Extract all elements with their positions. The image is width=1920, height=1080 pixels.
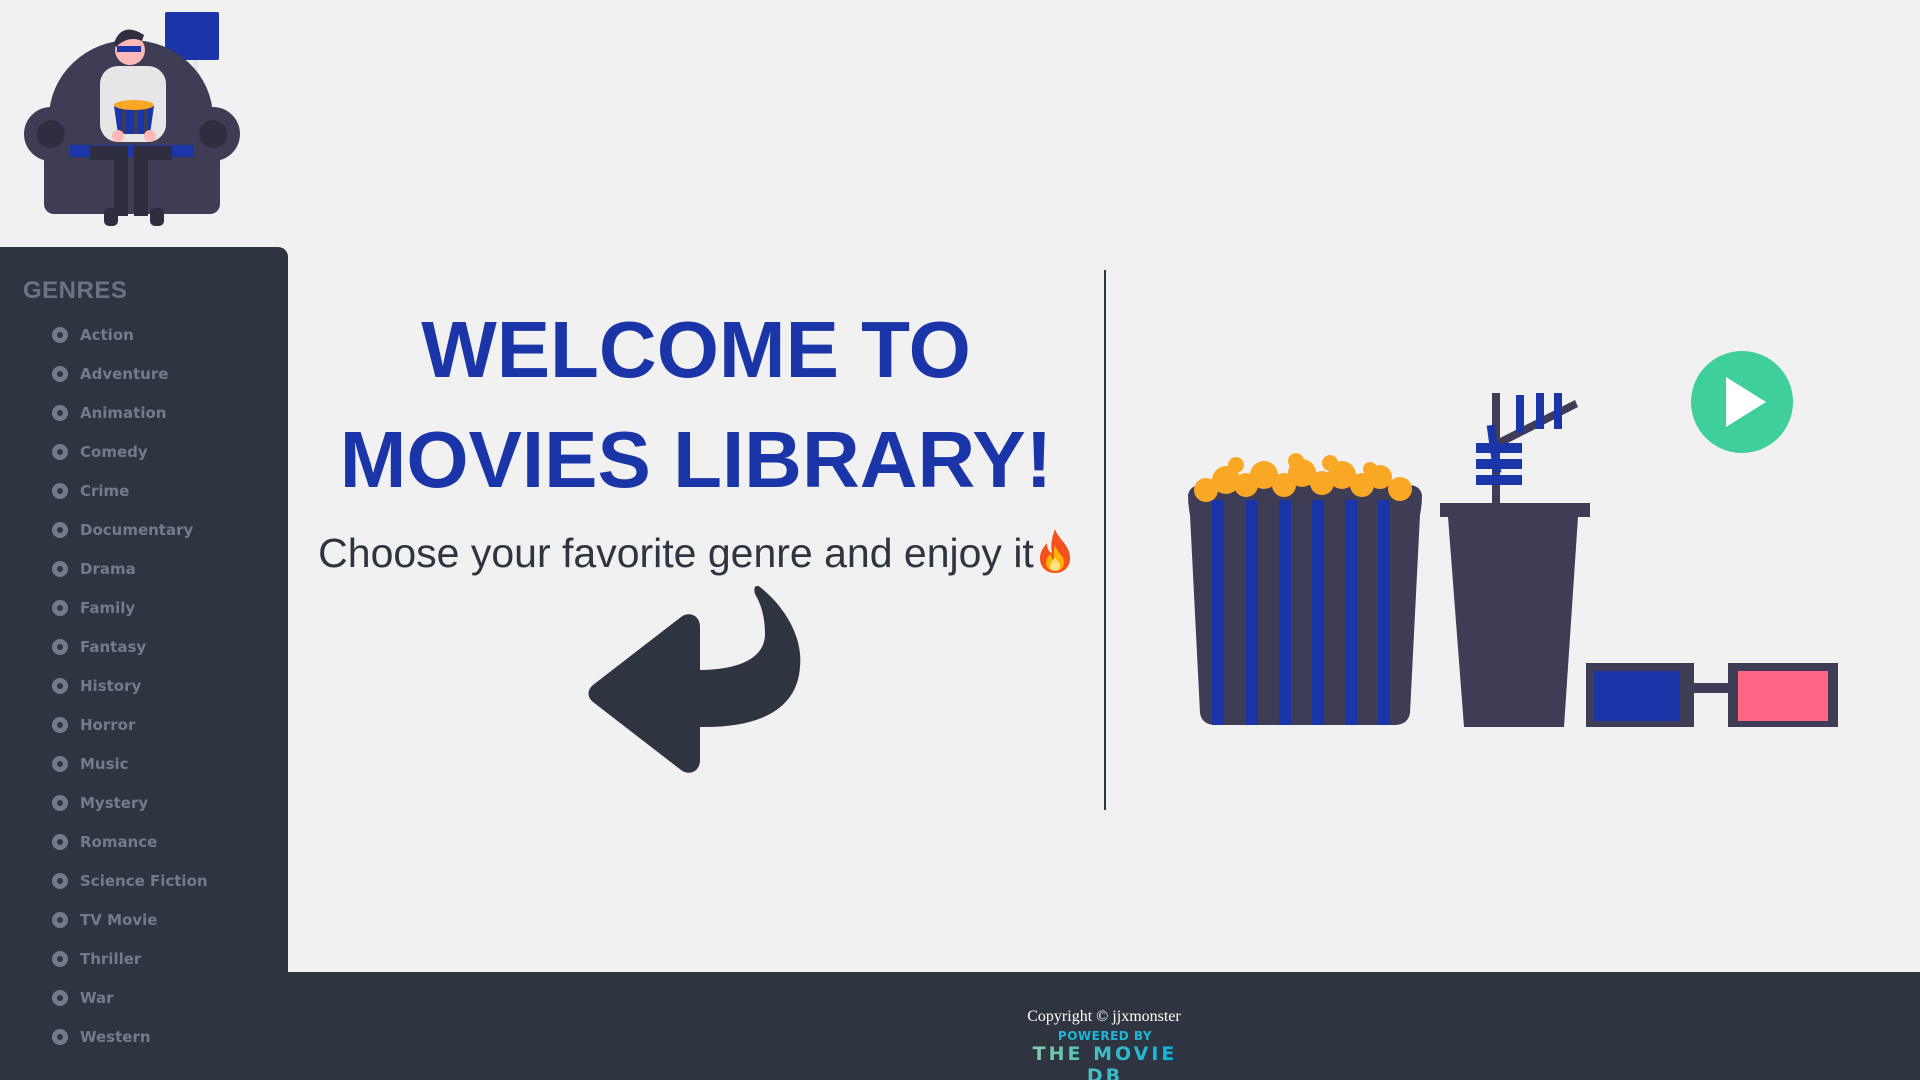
radio-icon[interactable]: [52, 950, 68, 967]
radio-icon[interactable]: [52, 1028, 68, 1045]
genre-label: Adventure: [80, 364, 169, 383]
genre-list: Action Adventure Animation Comedy Crime Docum…: [52, 315, 208, 1056]
genre-label: Comedy: [80, 442, 148, 461]
genre-item-fantasy[interactable]: Fantasy: [52, 627, 208, 666]
radio-icon[interactable]: [52, 521, 68, 538]
genre-item-crime[interactable]: Crime: [52, 471, 208, 510]
welcome-subtitle: Choose your favorite genre and enjoy it: [288, 527, 1104, 579]
radio-icon[interactable]: [52, 638, 68, 655]
genre-label: Romance: [80, 832, 158, 851]
genre-label: War: [80, 988, 114, 1007]
genre-label: Thriller: [80, 949, 142, 968]
genre-label: Animation: [80, 403, 167, 422]
fire-icon: [1039, 529, 1070, 573]
person-on-couch-illustration: [24, 12, 240, 226]
copyright-text: Copyright © jjxmonster: [1027, 1008, 1181, 1025]
genre-label: Family: [80, 598, 136, 617]
radio-icon[interactable]: [52, 677, 68, 694]
genre-item-drama[interactable]: Drama: [52, 549, 208, 588]
popcorn-drink-3d-glasses-illustration: [1188, 351, 1838, 727]
radio-icon[interactable]: [52, 443, 68, 460]
genre-item-tv-movie[interactable]: TV Movie: [52, 900, 208, 939]
3d-glasses-icon: [1586, 663, 1838, 727]
genre-item-history[interactable]: History: [52, 666, 208, 705]
radio-icon[interactable]: [52, 404, 68, 421]
radio-icon[interactable]: [52, 560, 68, 577]
genre-label: Music: [80, 754, 129, 773]
radio-icon[interactable]: [52, 833, 68, 850]
radio-icon[interactable]: [52, 872, 68, 889]
genre-item-comedy[interactable]: Comedy: [52, 432, 208, 471]
section-divider: [1104, 270, 1106, 810]
genre-label: Horror: [80, 715, 136, 734]
genres-title: GENRES: [23, 277, 128, 304]
genre-item-animation[interactable]: Animation: [52, 393, 208, 432]
radio-icon[interactable]: [52, 794, 68, 811]
genre-label: Action: [80, 325, 134, 344]
genre-item-romance[interactable]: Romance: [52, 822, 208, 861]
genre-item-family[interactable]: Family: [52, 588, 208, 627]
radio-icon[interactable]: [52, 989, 68, 1006]
genre-item-war[interactable]: War: [52, 978, 208, 1017]
tmdb-powered-by: POWERED BY: [1057, 1029, 1153, 1043]
welcome-title: WELCOME TO MOVIES LIBRARY!: [339, 305, 1053, 504]
drink-cup-icon: [1440, 393, 1590, 727]
genre-item-action[interactable]: Action: [52, 315, 208, 354]
play-button-icon: [1691, 351, 1793, 453]
genre-label: Mystery: [80, 793, 149, 812]
radio-icon[interactable]: [52, 755, 68, 772]
genres-sidebar: GENRES Action Adventure Animation Comedy Cri…: [0, 247, 288, 1080]
popcorn-tub-icon: [1188, 453, 1422, 725]
page-footer: Copyright © jjxmonster POWERED BY THE MO…: [288, 972, 1920, 1080]
radio-icon[interactable]: [52, 599, 68, 616]
radio-icon[interactable]: [52, 482, 68, 499]
tmdb-logo-link[interactable]: POWERED BY THE MOVIE DB: [1022, 1029, 1188, 1080]
genre-item-mystery[interactable]: Mystery: [52, 783, 208, 822]
radio-icon[interactable]: [52, 716, 68, 733]
genre-label: Crime: [80, 481, 130, 500]
curved-arrow-left-icon: [588, 585, 801, 773]
tmdb-brand: THE MOVIE DB: [1022, 1043, 1188, 1080]
genre-item-thriller[interactable]: Thriller: [52, 939, 208, 978]
genre-item-science-fiction[interactable]: Science Fiction: [52, 861, 208, 900]
genre-label: Drama: [80, 559, 136, 578]
genre-item-documentary[interactable]: Documentary: [52, 510, 208, 549]
genre-label: Documentary: [80, 520, 194, 539]
genre-item-music[interactable]: Music: [52, 744, 208, 783]
radio-icon[interactable]: [52, 326, 68, 343]
genre-item-horror[interactable]: Horror: [52, 705, 208, 744]
genre-item-adventure[interactable]: Adventure: [52, 354, 208, 393]
radio-icon[interactable]: [52, 365, 68, 382]
radio-icon[interactable]: [52, 911, 68, 928]
genre-label: Western: [80, 1027, 151, 1046]
welcome-subtitle-text: Choose your favorite genre and enjoy it: [318, 530, 1034, 576]
genre-label: History: [80, 676, 142, 695]
genre-label: TV Movie: [80, 910, 158, 929]
welcome-section: WELCOME TO MOVIES LIBRARY! Choose your f…: [288, 295, 1104, 579]
genre-label: Fantasy: [80, 637, 147, 656]
genre-label: Science Fiction: [80, 871, 208, 890]
genre-item-western[interactable]: Western: [52, 1017, 208, 1056]
